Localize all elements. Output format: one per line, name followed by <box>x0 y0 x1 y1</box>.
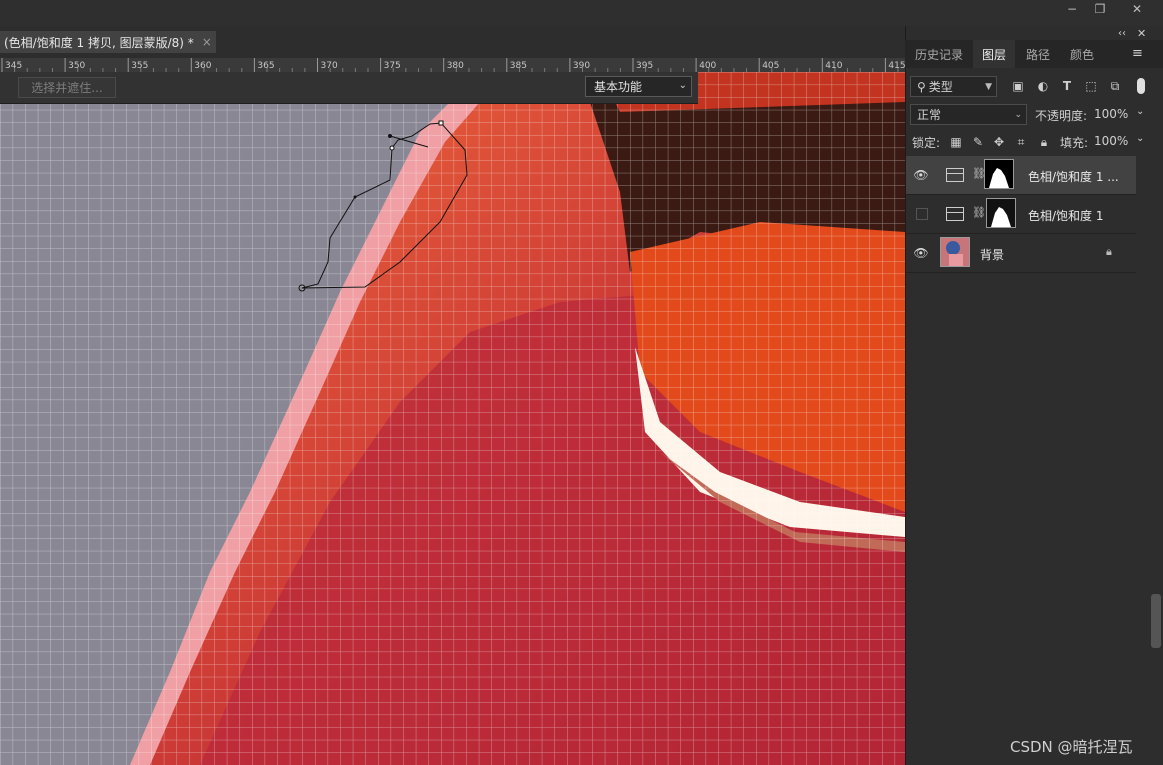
adjustment-layer-icon <box>946 168 964 182</box>
ruler-label: 365 <box>257 61 274 71</box>
ruler-label: 345 <box>5 61 22 71</box>
adjustment-layer-icon <box>946 207 964 221</box>
layer-filter-select[interactable]: ⚲ 类型 ▼ <box>910 76 997 97</box>
shape-filter-icon[interactable]: ⬚ <box>1083 78 1099 94</box>
visibility-eye-icon[interactable]: 👁︎ <box>912 166 930 184</box>
title-bar <box>0 0 1163 26</box>
fill-label: 填充: <box>1060 136 1089 150</box>
image-filter-icon[interactable]: ▣ <box>1010 78 1026 94</box>
tab-layers[interactable]: 图层 <box>973 40 1015 68</box>
workspace-value: 基本功能 <box>594 80 643 94</box>
workspace-select[interactable]: 基本功能 ⌄ <box>585 76 692 97</box>
canvas[interactable] <box>0 72 905 765</box>
chevron-down-icon: ⌄ <box>1014 109 1022 120</box>
tab-color[interactable]: 颜色 <box>1061 40 1103 68</box>
visibility-off-box[interactable] <box>916 208 928 220</box>
ruler-label: 395 <box>636 61 653 71</box>
select-and-mask-button[interactable]: 选择并遮住... <box>18 77 116 98</box>
horizontal-ruler[interactable]: 345 350 355 360 365 370 375 380 385 390 395 400 405 4… <box>0 58 905 73</box>
layer-row[interactable]: 👁︎ ⛓︎ 色相/饱和度 1 ... <box>906 156 1136 195</box>
smart-object-filter-icon[interactable]: ⧉ <box>1107 78 1123 94</box>
fill-input[interactable]: 100% <box>1094 134 1128 148</box>
ruler-label: 360 <box>194 61 211 71</box>
ruler-label: 405 <box>762 61 779 71</box>
ruler-label: 415 <box>888 61 905 71</box>
close-tab-icon[interactable]: × <box>202 35 212 49</box>
close-panel-icon[interactable]: ✕ <box>1137 27 1146 40</box>
lock-position-icon[interactable]: ✥ <box>991 134 1007 150</box>
layer-name: 背景 <box>980 248 1005 262</box>
ruler-label: 355 <box>131 61 148 71</box>
lock-icon: 🔒︎ <box>1106 245 1112 258</box>
restore-button[interactable]: ❐ <box>1083 0 1117 18</box>
lock-label: 锁定: <box>912 136 941 150</box>
lock-artboard-icon[interactable]: ⌗ <box>1013 134 1029 150</box>
panel-scrollbar[interactable] <box>1151 594 1161 648</box>
close-window-button[interactable]: ✕ <box>1120 0 1154 18</box>
document-tab-title: (色相/饱和度 1 拷贝, 图层蒙版/8) * <box>4 35 194 50</box>
search-icon: ⚲ <box>917 79 926 94</box>
layer-mask-thumbnail[interactable] <box>986 198 1016 228</box>
panel-menu-icon[interactable]: ≡ <box>1132 46 1143 61</box>
collapse-panel-icon[interactable]: ‹‹ <box>1118 28 1126 39</box>
watermark-text: CSDN @暗托涅瓦 <box>1010 738 1133 756</box>
ruler-ticks: 345 350 355 360 365 370 375 380 385 390 395 400 405 4… <box>1 58 905 72</box>
fill-chevron-icon[interactable]: ⌄ <box>1136 133 1144 144</box>
lock-image-pixels-icon[interactable]: ✎ <box>970 134 986 150</box>
link-icon: ⛓︎ <box>972 206 986 219</box>
ruler-label: 400 <box>699 61 716 71</box>
layer-row[interactable]: 👁︎ 背景 🔒︎ <box>906 234 1136 273</box>
layer-name: 色相/饱和度 1 ... <box>1028 170 1119 184</box>
tab-paths[interactable]: 路径 <box>1017 40 1059 68</box>
layer-filter-label: 类型 <box>928 80 953 94</box>
layer-row[interactable]: ⛓︎ 色相/饱和度 1 <box>906 195 1136 234</box>
filter-toggle-switch[interactable] <box>1137 78 1145 94</box>
ruler-label: 370 <box>321 61 338 71</box>
ruler-label: 380 <box>447 61 464 71</box>
ruler-label: 385 <box>510 61 527 71</box>
opacity-chevron-icon[interactable]: ⌄ <box>1136 106 1144 117</box>
ruler-label: 350 <box>68 61 85 71</box>
chevron-down-icon: ▼ <box>985 81 992 92</box>
lock-transparent-pixels-icon[interactable]: ▦ <box>948 134 964 150</box>
lock-all-icon[interactable]: 🔒︎ <box>1036 134 1052 150</box>
opacity-label: 不透明度: <box>1035 109 1088 123</box>
ruler-label: 375 <box>384 61 401 71</box>
ruler-label: 390 <box>573 61 590 71</box>
ruler-label: 410 <box>825 61 842 71</box>
opacity-input[interactable]: 100% <box>1094 107 1128 121</box>
chevron-down-icon: ⌄ <box>678 80 687 91</box>
layer-name: 色相/饱和度 1 <box>1028 209 1104 223</box>
layer-thumbnail[interactable] <box>940 237 970 267</box>
adjustment-filter-icon[interactable]: ◐ <box>1035 78 1051 94</box>
visibility-eye-icon[interactable]: 👁︎ <box>912 244 930 262</box>
canvas-image <box>0 72 905 765</box>
tab-history[interactable]: 历史记录 <box>908 40 970 68</box>
blend-mode-value: 正常 <box>917 108 942 122</box>
type-filter-icon[interactable]: T <box>1059 78 1075 94</box>
document-tab[interactable]: (色相/饱和度 1 拷贝, 图层蒙版/8) * × <box>0 31 216 53</box>
blend-mode-select[interactable]: 正常 ⌄ <box>910 104 1027 125</box>
layer-mask-thumbnail[interactable] <box>984 159 1014 189</box>
